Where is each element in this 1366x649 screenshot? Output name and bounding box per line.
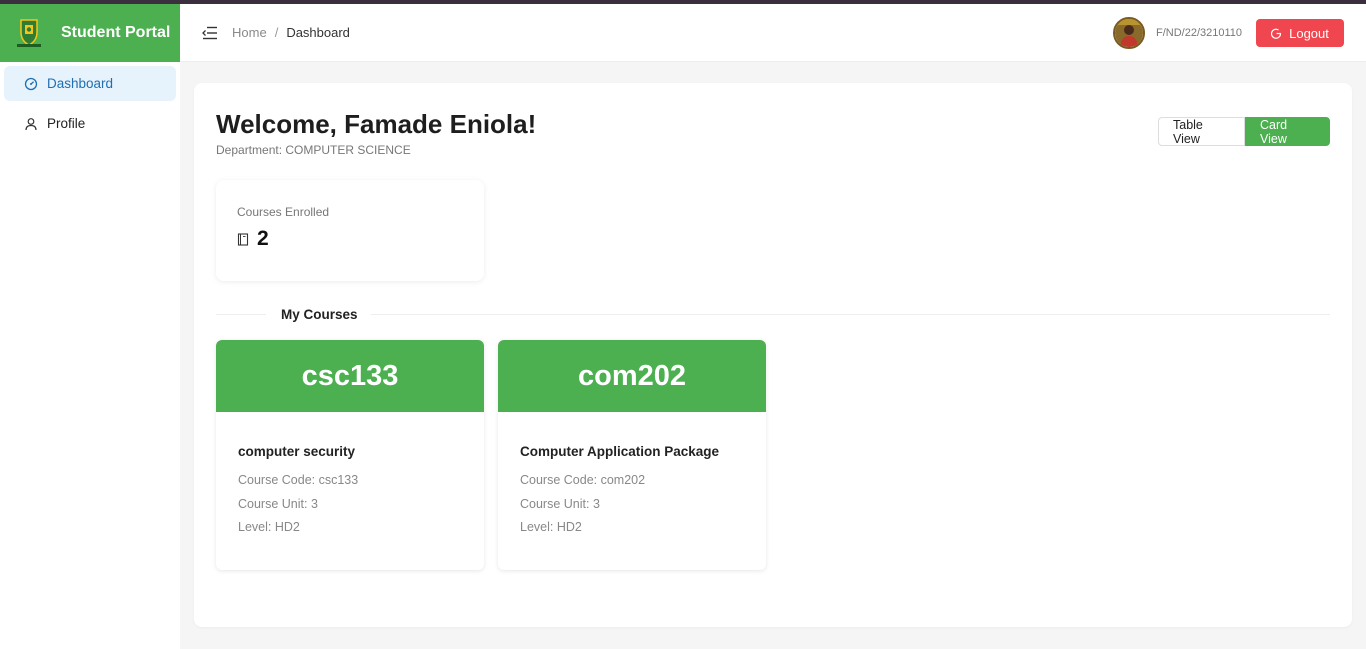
breadcrumb-current: Dashboard <box>286 25 350 40</box>
avatar[interactable] <box>1113 17 1145 49</box>
course-name: Computer Application Package <box>520 444 720 459</box>
section-title: My Courses <box>281 307 358 322</box>
course-level: Level: HD2 <box>238 520 300 534</box>
view-toggle: Table View Card View <box>1158 117 1330 146</box>
brand-bar: Student Portal <box>0 4 180 62</box>
sidebar-menu: Dashboard Profile <box>0 62 180 150</box>
sidebar: Student Portal Dashboard Profile <box>0 4 180 649</box>
courses-enrolled-card: Courses Enrolled 2 <box>216 180 484 281</box>
menu-fold-icon[interactable] <box>202 26 218 40</box>
school-logo <box>12 16 46 50</box>
page-title: Welcome, Famade Eniola! <box>216 109 537 139</box>
breadcrumb: Home / Dashboard <box>232 25 350 40</box>
course-code: Course Code: com202 <box>520 473 646 487</box>
breadcrumb-separator: / <box>274 25 279 40</box>
sidebar-item-profile[interactable]: Profile <box>4 106 176 141</box>
course-code: Course Code: csc133 <box>238 473 359 487</box>
top-header: Home / Dashboard F/ND/22/3210110 Logout <box>180 4 1366 62</box>
course-card-header: csc133 <box>216 340 484 412</box>
course-card-header: com202 <box>498 340 766 412</box>
book-icon <box>237 232 249 246</box>
logout-button[interactable]: Logout <box>1256 19 1344 47</box>
course-unit: Course Unit: 3 <box>520 497 600 511</box>
main-content: Welcome, Famade Eniola! Department: COMP… <box>194 83 1352 627</box>
stat-label: Courses Enrolled <box>237 205 330 219</box>
department-text: Department: COMPUTER SCIENCE <box>216 143 411 157</box>
breadcrumb-home[interactable]: Home <box>232 25 267 40</box>
courses-enrolled-count: 2 <box>257 227 269 250</box>
course-card[interactable]: com202 Computer Application Package Cour… <box>498 340 766 570</box>
course-name: computer security <box>238 444 356 459</box>
user-icon <box>24 117 38 131</box>
table-view-button[interactable]: Table View <box>1158 117 1245 146</box>
sidebar-item-label: Dashboard <box>47 76 114 91</box>
sidebar-item-dashboard[interactable]: Dashboard <box>4 66 176 101</box>
course-level: Level: HD2 <box>520 520 582 534</box>
logout-label: Logout <box>1289 25 1329 41</box>
card-view-button[interactable]: Card View <box>1245 117 1330 146</box>
brand-title: Student Portal <box>61 24 171 41</box>
dashboard-icon <box>24 77 38 91</box>
stat-value: 2 <box>237 227 269 251</box>
sidebar-item-label: Profile <box>47 116 86 131</box>
divider-line <box>216 314 266 315</box>
logout-icon <box>1271 28 1282 39</box>
divider-line <box>371 314 1330 315</box>
matric-number: F/ND/22/3210110 <box>1156 27 1243 39</box>
my-courses-divider: My Courses <box>216 305 1330 325</box>
course-card[interactable]: csc133 computer security Course Code: cs… <box>216 340 484 570</box>
course-unit: Course Unit: 3 <box>238 497 318 511</box>
